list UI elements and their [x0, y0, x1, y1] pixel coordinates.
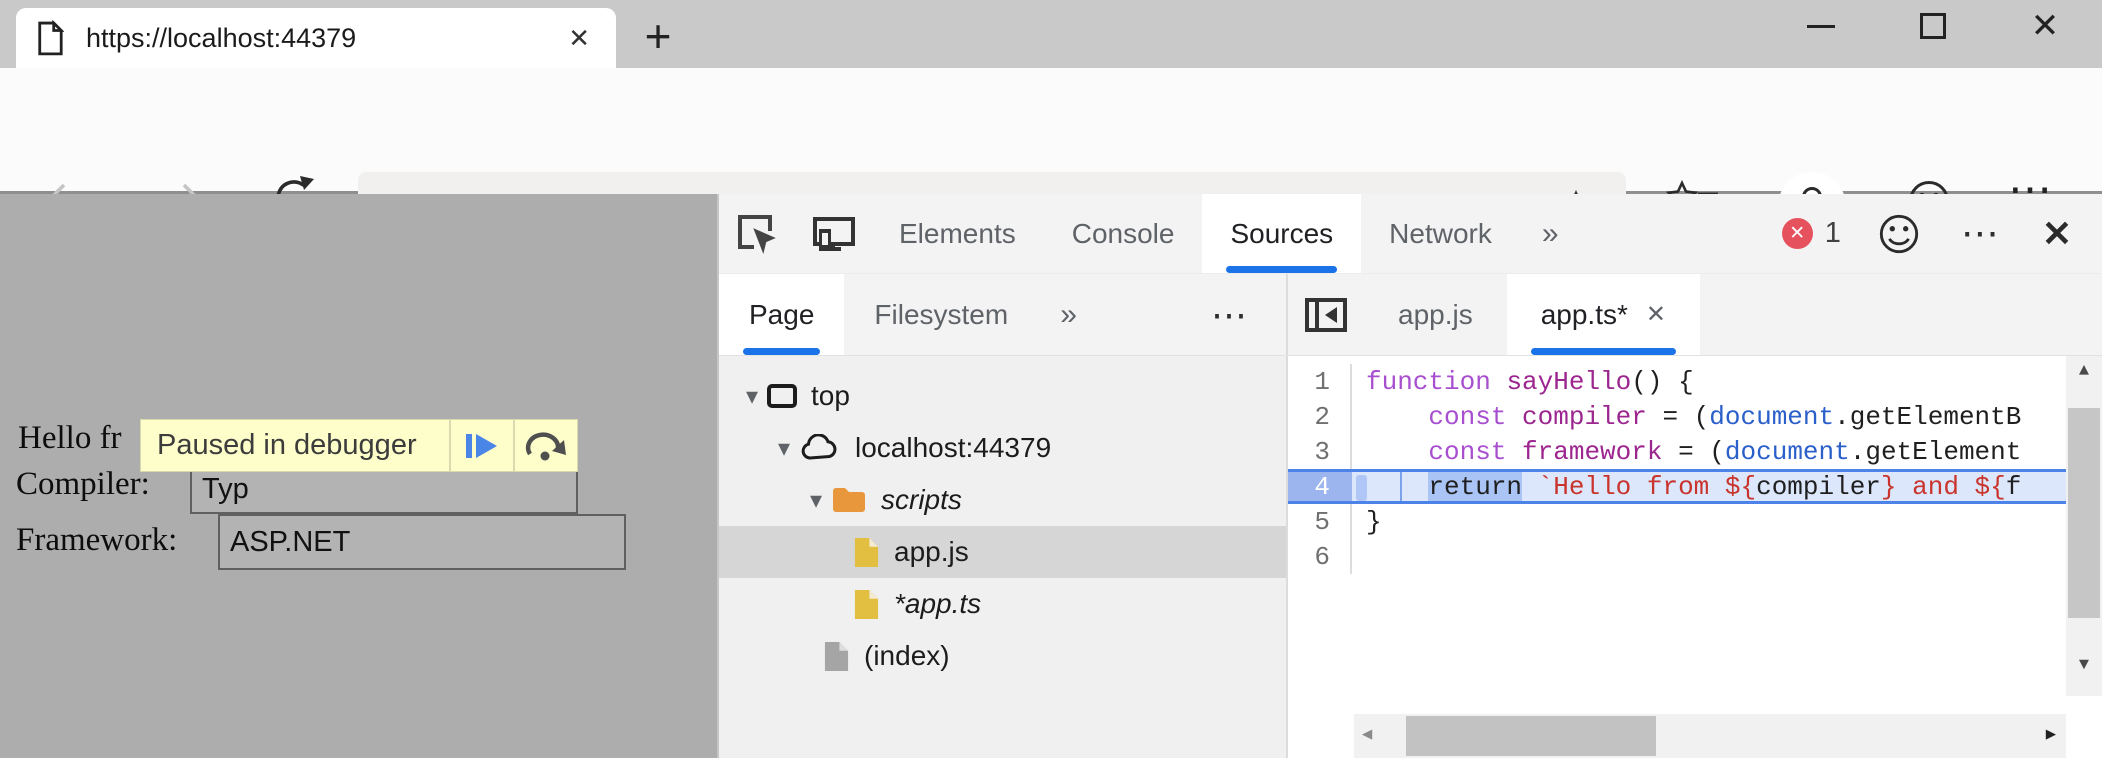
- expand-arrow-icon[interactable]: ▾: [801, 486, 831, 515]
- horizontal-scrollbar[interactable]: ◀ ▶: [1354, 714, 2066, 758]
- device-toolbar-icon: [809, 213, 857, 255]
- maximize-icon: [1920, 13, 1946, 39]
- tab-page[interactable]: Page: [719, 274, 844, 355]
- device-emulation-button[interactable]: [795, 194, 871, 273]
- code-lines: 1 function sayHello() { 2 const compiler…: [1288, 364, 2066, 574]
- devtools-toolbar-right: ✕ 1 ⋯ ✕: [1782, 194, 2102, 273]
- paused-statement-highlight: return: [1428, 472, 1522, 501]
- framework-input[interactable]: ASP.NET: [218, 514, 626, 570]
- folder-icon: [831, 485, 867, 515]
- tree-item-localhost[interactable]: ▾ localhost:44379: [719, 422, 1286, 474]
- paused-line-chip: [1356, 475, 1367, 501]
- code-line: 1 function sayHello() {: [1288, 364, 2066, 399]
- paused-in-debugger-banner: Paused in debugger: [140, 419, 578, 472]
- expand-arrow-icon[interactable]: ▾: [769, 434, 799, 463]
- editor-tab-appts[interactable]: app.ts* ✕: [1507, 274, 1700, 355]
- scroll-right-arrow-icon[interactable]: ▶: [2046, 724, 2056, 745]
- tree-item-top[interactable]: ▾ top: [719, 370, 1286, 422]
- hide-navigator-icon: [1304, 297, 1348, 333]
- page-content: Hello fr Compiler: Typ Framework: ASP.NE…: [0, 194, 717, 758]
- browser-tab[interactable]: https://localhost:44379 ✕: [16, 8, 616, 68]
- sidebar-more-tabs-chevron[interactable]: »: [1038, 274, 1099, 355]
- inspect-cursor-icon: [734, 211, 780, 257]
- page-favicon-icon: [36, 20, 64, 56]
- navigator-more-button[interactable]: ⋯: [1211, 274, 1286, 355]
- line-number[interactable]: 5: [1288, 504, 1352, 539]
- edge-browser-window: { "icons": { "close": "✕", "plus": "+", …: [0, 0, 2102, 758]
- minimize-icon: [1807, 25, 1835, 28]
- scroll-up-arrow-icon[interactable]: ▲: [2066, 362, 2102, 381]
- tree-item-scripts-folder[interactable]: ▾ scripts: [719, 474, 1286, 526]
- vertical-scrollbar[interactable]: ▲ ▼: [2066, 356, 2102, 696]
- close-window-button[interactable]: ✕: [1998, 0, 2092, 52]
- code-line: 6: [1288, 539, 2066, 574]
- cloud-icon: [799, 434, 841, 462]
- paused-banner-text: Paused in debugger: [141, 420, 449, 471]
- editor-tab-strip: app.js app.ts* ✕: [1288, 274, 2102, 355]
- compiler-label: Compiler:: [16, 466, 150, 503]
- code-line-paused: 4 return `Hello from ${compiler} and ${f: [1288, 469, 2066, 504]
- devtools-menu-button[interactable]: ⋯: [1961, 211, 2002, 256]
- more-tabs-chevron[interactable]: »: [1520, 194, 1581, 273]
- framework-label: Framework:: [16, 522, 177, 559]
- tree-item-appts[interactable]: *app.ts: [719, 578, 1286, 630]
- tab-console[interactable]: Console: [1044, 194, 1203, 273]
- step-over-icon: [524, 430, 568, 462]
- tab-elements[interactable]: Elements: [871, 194, 1044, 273]
- horizontal-scrollbar-thumb[interactable]: [1406, 716, 1656, 756]
- devtools-toolbar: Elements Console Sources Network » ✕ 1 ⋯…: [719, 194, 2102, 274]
- resume-script-button[interactable]: [451, 420, 513, 471]
- close-icon: ✕: [2031, 6, 2060, 46]
- code-line: 5 }: [1288, 504, 2066, 539]
- toggle-navigator-button[interactable]: [1288, 274, 1364, 355]
- vertical-scrollbar-thumb[interactable]: [2068, 408, 2100, 618]
- resume-play-icon: [463, 431, 501, 461]
- script-file-icon: [853, 588, 880, 621]
- new-tab-button[interactable]: +: [630, 10, 686, 62]
- active-tab-underline: [1226, 266, 1337, 273]
- document-file-icon: [823, 640, 850, 673]
- maximize-button[interactable]: [1886, 0, 1980, 52]
- tab-network[interactable]: Network: [1361, 194, 1520, 273]
- tab-bar: https://localhost:44379 ✕ + ✕: [0, 0, 2102, 68]
- page-hello-text: Hello fr: [18, 420, 122, 457]
- line-number[interactable]: 4: [1288, 472, 1352, 501]
- scroll-down-arrow-icon[interactable]: ▼: [2066, 656, 2102, 675]
- code-editor: 1 function sayHello() { 2 const compiler…: [1288, 356, 2102, 758]
- tree-item-index[interactable]: (index): [719, 630, 1286, 682]
- devtools-second-row: Page Filesystem » ⋯ app.js app.ts* ✕: [719, 274, 2102, 356]
- step-over-button[interactable]: [515, 420, 577, 471]
- frame-icon: [767, 384, 797, 408]
- line-number[interactable]: 3: [1288, 434, 1352, 469]
- navigator-pane-header: Page Filesystem » ⋯: [719, 274, 1288, 355]
- close-editor-tab-icon[interactable]: ✕: [1646, 300, 1666, 329]
- line-number[interactable]: 1: [1288, 364, 1352, 399]
- line-number[interactable]: 2: [1288, 399, 1352, 434]
- tab-sources[interactable]: Sources: [1202, 194, 1361, 273]
- code-line: 2 const compiler = (document.getElementB: [1288, 399, 2066, 434]
- devtools-panel: Elements Console Sources Network » ✕ 1 ⋯…: [717, 194, 2102, 758]
- active-tab-underline: [743, 348, 820, 355]
- error-count: 1: [1825, 217, 1841, 250]
- editor-tab-appjs[interactable]: app.js: [1364, 274, 1507, 355]
- scroll-left-arrow-icon[interactable]: ◀: [1362, 724, 1372, 745]
- line-number[interactable]: 6: [1288, 539, 1352, 574]
- minimize-button[interactable]: [1774, 0, 1868, 52]
- indent-guide-line: [1400, 472, 1402, 501]
- error-badge-icon[interactable]: ✕: [1782, 218, 1813, 249]
- tab-close-icon[interactable]: ✕: [562, 23, 596, 54]
- tree-item-appjs[interactable]: app.js: [719, 526, 1286, 578]
- code-line: 3 const framework = (document.getElement: [1288, 434, 2066, 469]
- inspect-element-button[interactable]: [719, 194, 795, 273]
- tab-filesystem[interactable]: Filesystem: [844, 274, 1038, 355]
- navigation-bar: https://localhost:44379 ⋯: [0, 68, 2102, 194]
- tab-title: https://localhost:44379: [86, 23, 562, 54]
- devtools-feedback-smiley-icon[interactable]: [1877, 212, 1921, 256]
- sources-body: ▾ top ▾ localhost:44379 ▾ scripts: [719, 356, 2102, 758]
- script-file-icon: [853, 536, 880, 569]
- file-navigator-tree: ▾ top ▾ localhost:44379 ▾ scripts: [719, 356, 1288, 758]
- expand-arrow-icon[interactable]: ▾: [737, 382, 767, 411]
- active-tab-underline: [1531, 348, 1676, 355]
- devtools-close-button[interactable]: ✕: [2042, 213, 2072, 255]
